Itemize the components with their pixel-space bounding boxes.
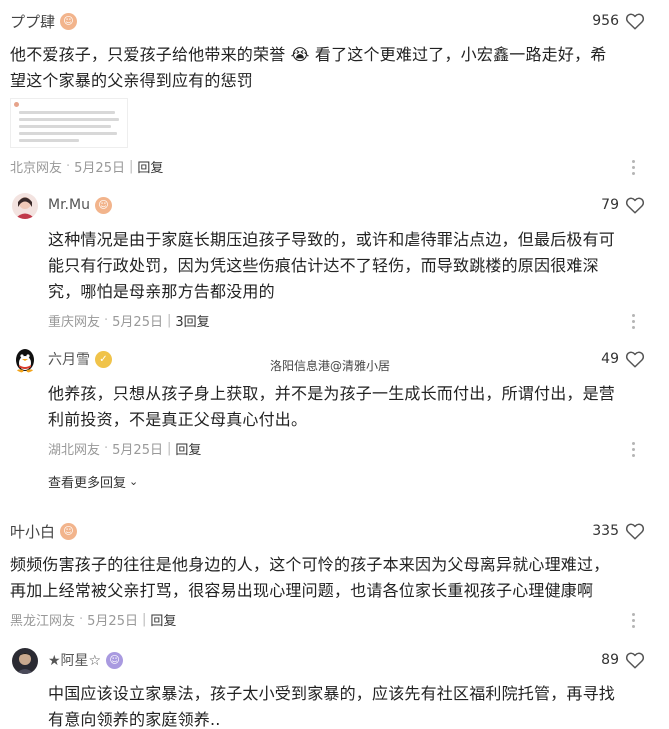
- comment-text-line: 能只有行政处罚，因为凭这些伤痕估计达不了轻伤，而导致跳楼的原因很难深: [48, 256, 599, 275]
- heart-outline-icon[interactable]: [625, 651, 645, 669]
- more-vertical-icon[interactable]: [632, 160, 635, 175]
- comment-text-line: 究，哪怕是母亲那方告都没用的: [48, 282, 275, 301]
- comment-text-line: 他不爱孩子，只爱孩子给他带来的荣誉 😭 看了这个更难过了，小宏鑫一路走好，希: [10, 45, 607, 64]
- comment-header: Mr.Mu ☺: [48, 192, 112, 218]
- comment-text: 他不爱孩子，只爱孩子给他带来的荣誉 😭 看了这个更难过了，小宏鑫一路走好，希 望…: [10, 42, 606, 94]
- watermark: 洛阳信息港@清雅小居: [270, 359, 391, 373]
- reply-button[interactable]: 3回复: [175, 311, 209, 330]
- comment-meta: 黑龙江网友 · 5月25日 | 回复: [10, 610, 177, 629]
- username[interactable]: Mr.Mu: [48, 197, 90, 213]
- comment-text-line: 频频伤害孩子的往往是他身边的人，这个可怜的孩子本来因为父母离异就心理难过，: [10, 555, 610, 574]
- comment-text: 这种情况是由于家庭长期压迫孩子导致的，或许和虐待罪沾点边，但最后极有可 能只有行…: [48, 227, 615, 305]
- avatar[interactable]: [12, 347, 38, 373]
- user-badge-icon: ☺: [60, 12, 78, 30]
- date: 5月25日: [74, 160, 125, 176]
- like-count: 335: [592, 523, 619, 539]
- like-count: 89: [601, 652, 619, 668]
- thumb-avatar-icon: [14, 102, 19, 107]
- comment-text-line: 他养孩，只想从孩子身上获取，并不是为孩子一生成长而付出，所谓付出，是营: [48, 384, 616, 403]
- like-count: 79: [601, 197, 619, 213]
- location: 北京网友: [10, 160, 63, 176]
- avatar[interactable]: [12, 193, 38, 219]
- more-vertical-icon[interactable]: [632, 314, 635, 329]
- avatar[interactable]: [12, 648, 38, 674]
- user-badge-icon: ✓: [95, 350, 112, 368]
- location: 黑龙江网友: [10, 613, 76, 629]
- like-count: 956: [592, 13, 619, 29]
- username[interactable]: 六月雪: [48, 349, 90, 369]
- location: 重庆网友: [48, 314, 101, 330]
- comment-meta: 北京网友 · 5月25日 | 回复: [10, 157, 164, 176]
- reply-button[interactable]: 回复: [137, 157, 163, 176]
- comment-text: 他养孩，只想从孩子身上获取，并不是为孩子一生成长而付出，所谓付出，是营 利前投资…: [48, 381, 615, 433]
- comment-text: 频频伤害孩子的往往是他身边的人，这个可怜的孩子本来因为父母离异就心理难过， 再加…: [10, 552, 609, 604]
- heart-outline-icon[interactable]: [625, 350, 645, 368]
- chevron-down-icon: ⌄: [129, 474, 139, 488]
- reply-button[interactable]: 回复: [150, 610, 176, 629]
- reply-button[interactable]: 回复: [175, 439, 201, 458]
- more-vertical-icon[interactable]: [632, 613, 635, 628]
- comment-header: ★阿星☆ ☺: [48, 647, 124, 673]
- comment-text-line: 利前投资，不是真正父母真心付出。: [48, 410, 308, 429]
- location: 湖北网友: [48, 442, 101, 458]
- comment-text-line: 有意向领养的家庭领养..: [48, 710, 221, 729]
- comment-text: 中国应该设立家暴法，孩子太小受到家暴的，应该先有社区福利院托管，再寻找 有意向领…: [48, 681, 615, 729]
- username[interactable]: 叶小白: [10, 521, 55, 542]
- comment-header: 叶小白 ☺: [10, 518, 78, 544]
- date: 5月25日: [112, 442, 163, 458]
- username[interactable]: ★阿星☆: [48, 650, 101, 670]
- like-control[interactable]: 335: [592, 518, 645, 544]
- comment-header: 六月雪 ✓: [48, 346, 112, 372]
- like-control[interactable]: 956: [592, 8, 645, 34]
- date: 5月25日: [112, 314, 163, 330]
- comment-text-line: 再加上经常被父亲打骂，很容易出现心理问题，也请各位家长重视孩子心理健康啊: [10, 581, 594, 600]
- see-more-replies-link[interactable]: 查看更多回复 ⌄: [48, 471, 138, 491]
- comment-header: ププ肆 ☺: [10, 8, 78, 34]
- heart-outline-icon[interactable]: [625, 196, 645, 214]
- comment-meta: 湖北网友 · 5月25日 | 回复: [48, 439, 202, 458]
- attached-screenshot-image[interactable]: [10, 98, 128, 148]
- user-badge-icon: ☺: [60, 522, 78, 540]
- comment-text-line: 中国应该设立家暴法，孩子太小受到家暴的，应该先有社区福利院托管，再寻找: [48, 684, 616, 703]
- comment-text-line: 望这个家暴的父亲得到应有的惩罚: [10, 71, 254, 90]
- like-count: 49: [601, 351, 619, 367]
- comment-text-line: 这种情况是由于家庭长期压迫孩子导致的，或许和虐待罪沾点边，但最后极有可: [48, 230, 616, 249]
- like-control[interactable]: 79: [601, 192, 645, 218]
- like-control[interactable]: 89: [601, 647, 645, 673]
- user-badge-icon: ☺: [106, 651, 124, 669]
- see-more-label: 查看更多回复: [48, 475, 127, 491]
- heart-outline-icon[interactable]: [625, 522, 645, 540]
- user-badge-icon: ☺: [94, 196, 112, 214]
- date: 5月25日: [87, 613, 138, 629]
- username[interactable]: ププ肆: [10, 11, 55, 32]
- heart-outline-icon[interactable]: [625, 12, 645, 30]
- more-vertical-icon[interactable]: [632, 442, 635, 457]
- like-control[interactable]: 49: [601, 346, 645, 372]
- comment-meta: 重庆网友 · 5月25日 | 3回复: [48, 311, 210, 330]
